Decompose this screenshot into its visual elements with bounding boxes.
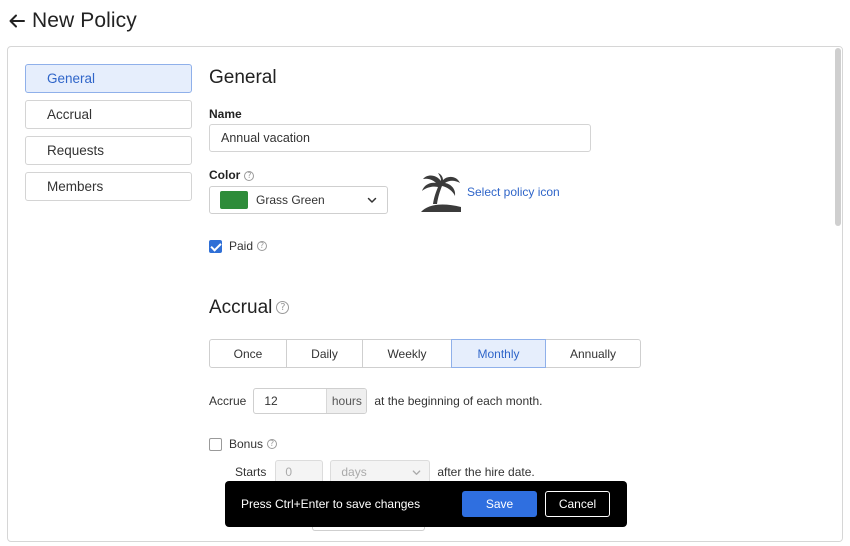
help-icon[interactable]: ?: [267, 439, 278, 449]
policy-card: General Accrual Requests Members General…: [7, 46, 843, 542]
nav-item-accrual[interactable]: Accrual: [25, 100, 192, 129]
accrue-unit: hours: [326, 389, 367, 413]
starts-unit: days: [341, 465, 367, 479]
starts-suffix: after the hire date.: [437, 465, 535, 479]
nav-item-members[interactable]: Members: [25, 172, 192, 201]
chevron-down-icon: [367, 197, 377, 203]
color-select[interactable]: Grass Green: [209, 186, 388, 214]
accrue-row: Accrue 12 hours at the beginning of each…: [209, 388, 542, 414]
help-icon[interactable]: ?: [276, 301, 290, 315]
content: General Name Annual vacation Color? Gras…: [209, 47, 829, 541]
starts-value: 0: [285, 465, 293, 479]
chevron-down-icon: [413, 470, 421, 475]
save-button[interactable]: Save: [462, 491, 537, 517]
frequency-daily-button[interactable]: Daily: [286, 339, 363, 368]
nav-item-general[interactable]: General: [25, 64, 192, 93]
nav-item-requests[interactable]: Requests: [25, 136, 192, 165]
paid-checkbox[interactable]: [209, 239, 222, 253]
frequency-segmented-control: Once Daily Weekly Monthly Annually: [209, 339, 641, 368]
frequency-once-button[interactable]: Once: [209, 339, 287, 368]
nav-item-label: Accrual: [47, 107, 93, 122]
nav-item-label: Members: [47, 179, 104, 194]
bonus-row: Bonus?: [209, 437, 278, 451]
paid-label: Paid: [229, 239, 254, 253]
select-policy-icon-link[interactable]: Select policy icon: [467, 185, 560, 199]
page-title: New Policy: [32, 9, 137, 32]
frequency-monthly-button[interactable]: Monthly: [451, 339, 546, 368]
save-bar: Press Ctrl+Enter to save changes Save Ca…: [225, 481, 627, 527]
name-value: Annual vacation: [221, 131, 310, 145]
name-input[interactable]: Annual vacation: [209, 124, 591, 152]
color-swatch: [220, 191, 248, 209]
frequency-annually-button[interactable]: Annually: [545, 339, 641, 368]
color-value: Grass Green: [256, 193, 325, 207]
scrollbar[interactable]: [834, 47, 842, 541]
frequency-weekly-button[interactable]: Weekly: [362, 339, 452, 368]
paid-row: Paid?: [209, 239, 268, 253]
color-label-row: Color?: [209, 168, 255, 182]
save-hint: Press Ctrl+Enter to save changes: [241, 497, 421, 511]
accrue-suffix: at the beginning of each month.: [374, 394, 543, 408]
accrue-amount-input[interactable]: 12 hours: [253, 388, 368, 414]
side-nav: General Accrual Requests Members: [25, 64, 192, 208]
cancel-button[interactable]: Cancel: [545, 491, 610, 517]
accrual-title: Accrual: [209, 297, 273, 318]
accrue-value: 12: [264, 394, 278, 408]
nav-item-label: General: [47, 71, 96, 86]
bonus-checkbox[interactable]: [209, 437, 222, 451]
nav-item-label: Requests: [47, 143, 105, 158]
scrollbar-thumb[interactable]: [835, 48, 841, 226]
arrow-left-icon[interactable]: [8, 12, 26, 30]
palm-tree-icon[interactable]: [419, 171, 463, 213]
help-icon[interactable]: ?: [257, 241, 268, 251]
accrue-label: Accrue: [209, 394, 247, 408]
general-title: General: [209, 67, 277, 88]
color-label: Color: [209, 168, 241, 182]
starts-label: Starts: [235, 465, 267, 479]
bonus-label: Bonus: [229, 437, 264, 451]
name-label: Name: [209, 107, 242, 121]
help-icon[interactable]: ?: [244, 170, 255, 181]
accrual-title-row: Accrual?: [209, 297, 290, 319]
page-header: New Policy: [8, 6, 137, 36]
